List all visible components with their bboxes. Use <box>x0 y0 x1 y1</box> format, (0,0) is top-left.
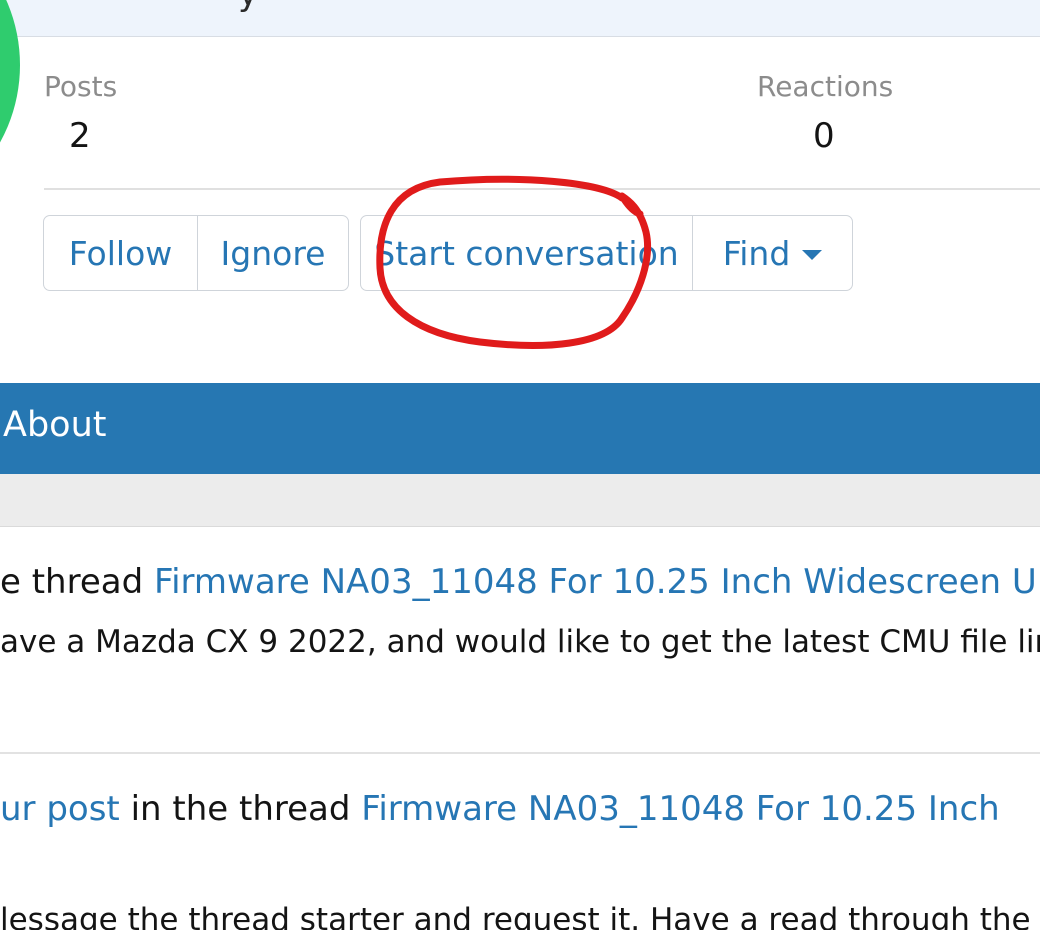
profile-header-strip: y <box>0 0 1040 37</box>
feed-item-1-snippet: ave a Mazda CX 9 2022, and would like to… <box>0 624 1040 660</box>
find-label: Find <box>722 233 791 273</box>
profile-page: y Posts 2 Reactions 0 Follow Ignore Star… <box>0 0 1040 930</box>
start-conversation-button[interactable]: Start conversation <box>361 216 692 290</box>
stats-divider <box>44 188 1040 190</box>
avatar[interactable] <box>0 0 20 225</box>
feed-item-1-thread-link[interactable]: Firmware NA03_11048 For 10.25 Inch Wides… <box>154 562 1037 602</box>
feed-item-2-post-link[interactable]: ur post <box>0 789 120 829</box>
username-fragment: y <box>238 0 258 14</box>
follow-button[interactable]: Follow <box>44 216 197 290</box>
feed-item-2-thread-link[interactable]: Firmware NA03_11048 For 10.25 Inch <box>361 789 999 829</box>
feed-item-2-title: ur post in the thread Firmware NA03_1104… <box>0 789 1000 829</box>
feed-item-2-snippet: lessage the thread starter and request i… <box>0 902 1040 930</box>
feed-item-1-prefix: e thread <box>0 562 154 602</box>
ignore-button[interactable]: Ignore <box>197 216 348 290</box>
feed-divider <box>0 752 1040 754</box>
follow-ignore-group: Follow Ignore <box>43 215 349 291</box>
reactions-label: Reactions <box>757 70 894 103</box>
posts-label: Posts <box>44 70 118 103</box>
tab-content-header <box>0 474 1040 527</box>
profile-tab-bar: About <box>0 383 1040 474</box>
posts-count[interactable]: 2 <box>69 116 91 156</box>
reactions-count[interactable]: 0 <box>813 116 835 156</box>
conversation-find-group: Start conversation Find <box>360 215 853 291</box>
tab-about[interactable]: About <box>3 405 106 445</box>
feed-item-1-title: e thread Firmware NA03_11048 For 10.25 I… <box>0 562 1037 602</box>
find-button[interactable]: Find <box>692 216 852 290</box>
caret-down-icon <box>802 250 823 260</box>
feed-item-2-middle: in the thread <box>119 789 362 829</box>
